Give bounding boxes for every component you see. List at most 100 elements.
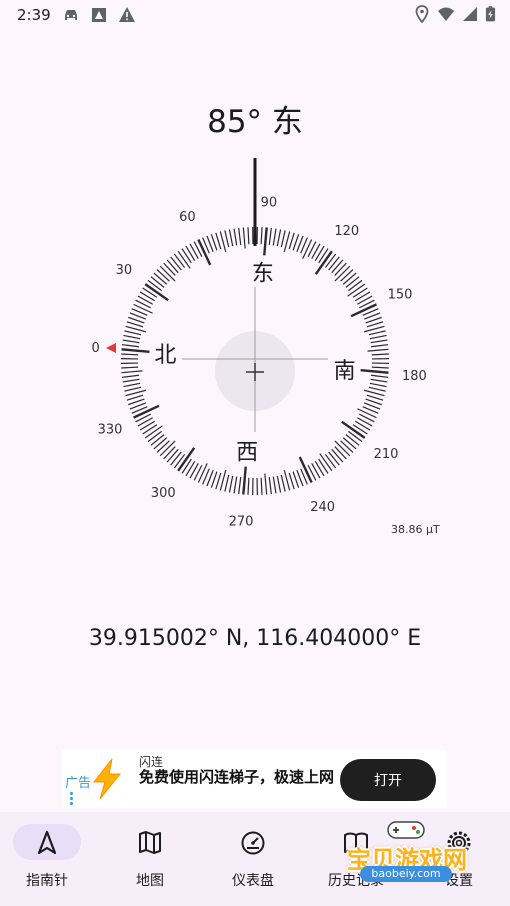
site-watermark: 宝贝游戏网 baobeiy.com [332,818,482,888]
dial-tick [348,279,363,292]
dial-tick [163,446,176,460]
dial-tick [142,424,158,435]
degree-label: 150 [388,287,413,302]
dial-tick [126,321,144,328]
dial-tick [242,227,246,249]
dial-tick [334,262,347,276]
dial-tick [124,386,142,392]
dial-tick [197,463,208,483]
dial-tick [139,420,156,431]
dial-tick [370,378,388,383]
nav-item-dashboard[interactable]: 仪表盘 [206,812,308,906]
dial-tick [166,259,179,274]
dial-tick [331,448,344,463]
lightning-logo-icon [92,758,122,800]
dial-tick [314,460,325,477]
dial-tick [360,369,389,374]
dial-tick [288,472,295,490]
dial-tick [144,425,163,439]
dial-tick [340,269,354,282]
dial-tick [272,228,277,246]
dial-tick [181,248,192,264]
dial-tick [331,259,344,274]
dial-tick [147,279,162,292]
dial-tick [260,477,263,495]
dial-tick [368,386,386,392]
nav-label: 地图 [136,873,164,889]
dial-tick [260,227,263,245]
dial-tick [173,454,186,469]
ad-more-icon[interactable] [70,792,74,807]
dial-tick [121,370,143,374]
dial-tick [354,291,371,302]
dial-tick [228,229,234,247]
dial-tick [340,440,354,453]
ad-open-button[interactable]: 打开 [340,759,436,801]
dial-tick [123,334,141,340]
dial-tick [342,437,357,450]
degree-label: 240 [310,500,335,515]
degree-label: 330 [98,423,123,438]
dial-tick [170,256,182,271]
dial-tick [314,245,325,262]
dial-tick [276,229,282,247]
dial-tick [224,230,230,248]
dial-tick [348,430,363,443]
dial-tick [367,348,389,352]
dial-tick [163,262,176,276]
ad-description: 免费使用闪连梯子，极速上网 [139,768,335,786]
dial-tick [166,448,179,463]
compass-dial: 0 30 60 90 120 150 180 210 240 270 300 330 北 东南西 [91,158,427,529]
magnetic-field-strength: 38.86 μT [391,523,440,536]
dial-tick [173,253,186,268]
dial-tick [276,475,282,493]
degree-label: 120 [334,224,359,239]
direction-label-south: 南 [334,359,356,384]
degree-label: 180 [402,369,427,384]
dial-tick [228,475,234,493]
dial-tick [368,330,386,336]
dial-tick [342,272,357,285]
nav-item-map[interactable]: 地图 [103,812,205,906]
dial-tick [302,239,313,259]
dial-tick [268,227,272,245]
dial-tick [247,227,250,245]
dial-tick [126,394,144,401]
dial-tick [345,434,360,446]
dial-tick [224,474,230,492]
dial-tick [121,348,150,353]
dial-tick [147,430,162,443]
dial-tick [354,420,371,431]
dial-tick [263,227,268,256]
degree-label: 270 [229,514,254,529]
dial-tick [215,232,222,250]
dial-tick [347,283,366,297]
dial-tick [150,276,165,288]
dial-tick [369,334,387,340]
dial-tick [345,276,360,288]
dial-tick [366,321,384,328]
dial-tick [121,353,139,356]
dial-tick [371,374,389,378]
dial-tick [133,303,153,314]
dial-tick [123,382,141,388]
direction-label-north: 北 [154,343,176,368]
ad-banner[interactable]: 广告 闪连 免费使用闪连梯子，极速上网 打开 [62,750,447,808]
dial-tick [324,253,337,268]
dial-tick [153,272,168,285]
nav-item-compass[interactable]: 指南针 [0,812,102,906]
dial-tick [280,230,286,248]
dial-tick [280,474,286,492]
map-icon [139,831,161,854]
dial-tick [268,477,272,495]
ad-label: 广告 [65,776,92,791]
dial-tick [233,476,238,494]
dial-tick [272,476,277,494]
dial-tick [370,339,388,344]
dashboard-gauge-icon [241,831,265,855]
dial-tick [371,366,389,369]
dial-tick [371,353,389,356]
dial-tick [139,291,156,302]
north-pointer-icon [106,343,116,353]
direction-label-east: 东 [252,261,274,286]
